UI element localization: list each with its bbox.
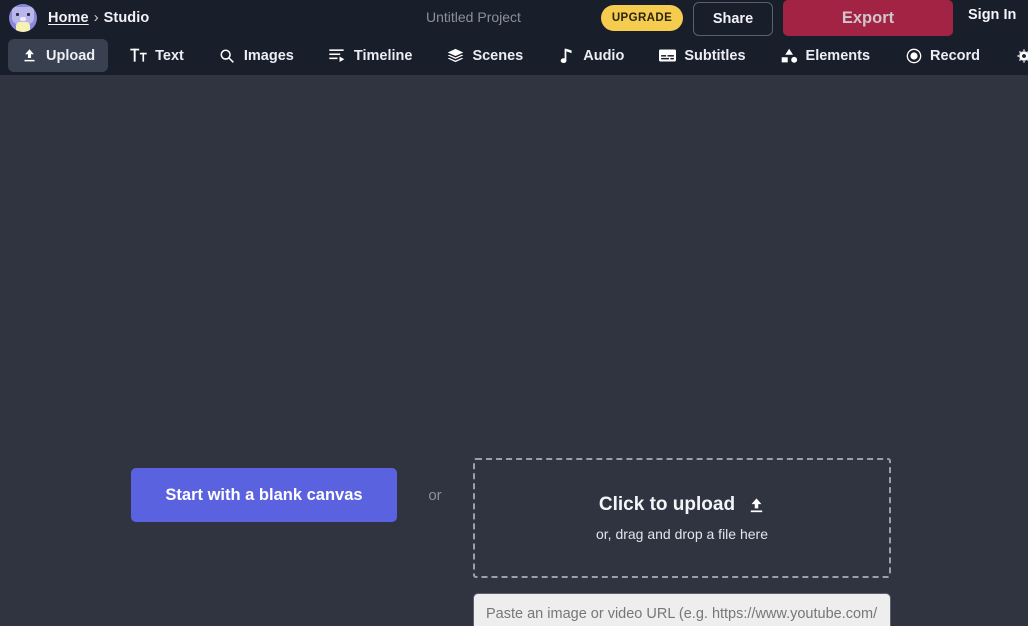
dropzone-subtitle: or, drag and drop a file here	[596, 526, 768, 542]
file-dropzone[interactable]: Click to upload or, drag and drop a file…	[473, 458, 891, 578]
dropzone-title-row: Click to upload	[599, 494, 765, 516]
tab-timeline-label: Timeline	[354, 48, 413, 64]
breadcrumb-current-studio: Studio	[104, 10, 150, 26]
avatar-muzzle	[20, 17, 26, 21]
record-icon	[905, 47, 922, 64]
tab-text-label: Text	[155, 48, 184, 64]
tab-text[interactable]: Text	[117, 39, 197, 72]
avatar-eye-right	[27, 13, 30, 16]
studio-app-window: Home › Studio Untitled Project UPGRADE S…	[0, 0, 1028, 626]
avatar-body	[16, 22, 30, 32]
media-url-input[interactable]	[473, 593, 891, 626]
tab-elements-label: Elements	[806, 48, 870, 64]
project-title[interactable]: Untitled Project	[426, 9, 521, 25]
brand-area: Home › Studio	[0, 0, 149, 36]
tab-scenes-label: Scenes	[472, 48, 523, 64]
start-blank-canvas-button[interactable]: Start with a blank canvas	[131, 468, 397, 522]
tab-record[interactable]: Record	[892, 39, 993, 72]
start-options-row: Start with a blank canvas or	[131, 468, 473, 522]
export-button[interactable]: Export	[783, 0, 953, 36]
dropzone-title: Click to upload	[599, 494, 735, 516]
main-canvas-area: Start with a blank canvas or Click to up…	[0, 75, 1028, 626]
tab-timeline[interactable]: Timeline	[316, 39, 426, 72]
sign-in-button[interactable]: Sign In	[968, 7, 1016, 23]
tab-images[interactable]: Images	[206, 39, 307, 72]
shapes-icon	[781, 47, 798, 64]
subtitles-icon	[659, 47, 676, 64]
tab-elements[interactable]: Elements	[768, 39, 883, 72]
timeline-icon	[329, 47, 346, 64]
breadcrumb-separator: ›	[94, 10, 99, 26]
layers-icon	[447, 47, 464, 64]
tab-settings[interactable]: Settings	[1002, 39, 1028, 72]
upload-icon	[748, 497, 765, 514]
tab-upload-label: Upload	[46, 48, 95, 64]
breadcrumb-home-link[interactable]: Home	[48, 10, 89, 26]
music-note-icon	[558, 47, 575, 64]
tab-audio-label: Audio	[583, 48, 624, 64]
tab-images-label: Images	[244, 48, 294, 64]
breadcrumb: Home › Studio	[48, 10, 149, 26]
tab-scenes[interactable]: Scenes	[434, 39, 536, 72]
top-header-bar: Home › Studio Untitled Project UPGRADE S…	[0, 0, 1028, 36]
tab-subtitles-label: Subtitles	[684, 48, 745, 64]
or-divider-label: or	[397, 487, 473, 504]
tab-record-label: Record	[930, 48, 980, 64]
tab-subtitles[interactable]: Subtitles	[646, 39, 758, 72]
avatar-eye-left	[16, 13, 19, 16]
cat-avatar-icon[interactable]	[9, 4, 37, 32]
upload-icon	[21, 47, 38, 64]
upgrade-button[interactable]: UPGRADE	[601, 5, 683, 31]
editor-toolbar: Upload Text Images	[0, 36, 1028, 75]
text-icon	[130, 47, 147, 64]
tab-audio[interactable]: Audio	[545, 39, 637, 72]
tab-upload[interactable]: Upload	[8, 39, 108, 72]
share-button[interactable]: Share	[693, 2, 773, 36]
search-icon	[219, 47, 236, 64]
gear-icon	[1015, 47, 1028, 64]
